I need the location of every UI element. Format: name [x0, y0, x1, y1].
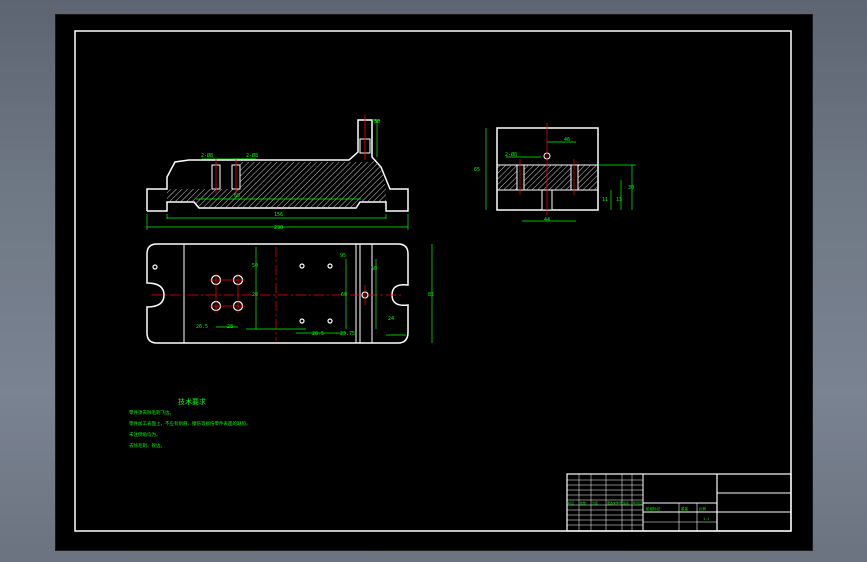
dim-plan-v: 50: [252, 263, 258, 269]
dim-side-r2: 11: [602, 197, 608, 203]
dim-side-r1: 30: [628, 185, 634, 191]
dim-plan-r3: 60: [341, 292, 347, 298]
dim-front-overall: 230: [274, 225, 283, 231]
dim-side-left: 65: [474, 167, 480, 173]
plan-view: 50 20 26.5 28 95 50 60 28.5 23.75 24 85: [146, 243, 434, 344]
dim-plan-edge: 24: [388, 316, 394, 322]
tb-row-label: 更改文件号: [607, 500, 622, 505]
tb-row-label: 签名: [623, 500, 629, 505]
sheet-border: [74, 30, 792, 532]
cad-viewport[interactable]: 60 156 230 2-Ø8 2-Ø8 50 50 20 26.5 28 95…: [55, 14, 813, 551]
engineering-drawing: 60 156 230 2-Ø8 2-Ø8 50 50 20 26.5 28 95…: [74, 30, 792, 532]
dim-front-post: 50: [374, 119, 380, 125]
dim-plan-h1: 26.5: [196, 324, 208, 330]
tb-scale: 1:1: [703, 517, 709, 521]
side-view: 46 2-Ø8 65 30 11 13 44: [474, 123, 636, 223]
notes-line: 零件须去除毛刺飞边。: [129, 409, 174, 416]
dim-front-holes-right: 2-Ø8: [246, 152, 258, 159]
notes-line: 去除毛刺、锐边。: [129, 442, 165, 449]
tb-row-label: 处数: [580, 500, 586, 505]
dim-plan-rh2: 23.75: [340, 331, 355, 337]
plan-outline: [146, 243, 409, 344]
tb-field: 阶段标记: [646, 506, 660, 511]
dim-plan-overall: 85: [428, 292, 434, 298]
notes-line: 未注倒角均为。: [129, 431, 161, 438]
tb-row-label: 标记: [568, 500, 574, 505]
dim-front-holes-left: 2-Ø8: [201, 152, 213, 159]
side-section-hatch: [497, 165, 598, 190]
plan-hole: [327, 318, 333, 324]
dim-side-bottom: 44: [544, 217, 550, 223]
tb-field: 比例: [699, 506, 707, 511]
notes-title: 技术要求: [178, 397, 206, 406]
dim-front-middle: 156: [274, 212, 283, 218]
plan-hole: [299, 263, 305, 269]
dim-plan-r2: 50: [371, 266, 377, 272]
front-section-hatch: [167, 157, 386, 208]
title-block: [566, 473, 792, 532]
plan-hole: [299, 318, 305, 324]
plan-hole: [327, 263, 333, 269]
dim-plan-v2: 20: [252, 292, 258, 298]
plan-hole: [152, 264, 158, 270]
notes-line: 零件加工表面上，不应有划痕、擦伤等损伤零件表面的缺陷。: [129, 420, 251, 427]
dim-side-top: 46: [564, 137, 570, 143]
dim-front-inner: 60: [234, 193, 240, 199]
front-view: 60 156 230 2-Ø8 2-Ø8 50: [146, 115, 409, 231]
tb-field: 重量: [681, 506, 689, 511]
dim-plan-rh1: 28.5: [312, 331, 324, 337]
dim-plan-h2: 28: [227, 324, 233, 330]
technical-notes: 技术要求 零件须去除毛刺飞边。 零件加工表面上，不应有划痕、擦伤等损伤零件表面的…: [129, 397, 251, 449]
dim-side-r3: 13: [616, 197, 622, 203]
dim-side-small: 2-Ø8: [505, 151, 517, 158]
tb-row-label: 分区: [592, 500, 598, 505]
tb-row-label: 年月日: [633, 500, 642, 505]
dim-plan-r1: 95: [340, 253, 346, 259]
